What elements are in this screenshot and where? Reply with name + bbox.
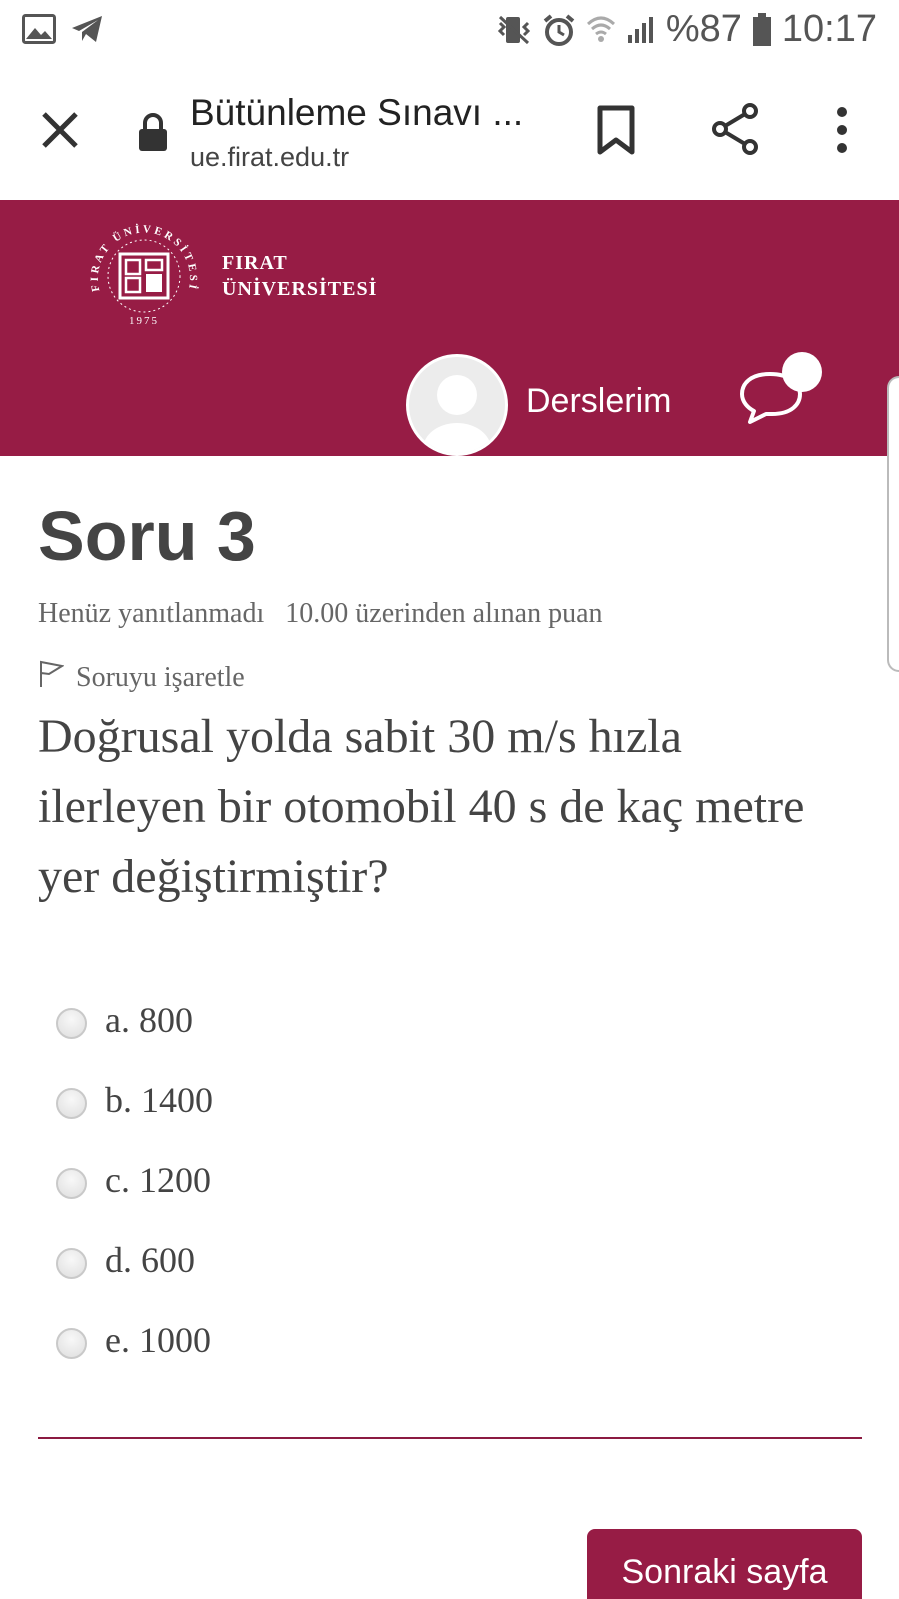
telegram-icon	[70, 14, 104, 44]
flag-label: Soruyu işaretle	[76, 662, 245, 693]
question-info: Henüz yanıtlanmadı 10.00 üzerinden alına…	[38, 598, 603, 630]
signal-icon	[626, 15, 656, 45]
battery-icon	[752, 12, 772, 47]
university-seal-logo[interactable]: FIRAT ÜNİVERSİTESİ 1975	[84, 216, 204, 336]
university-name-logo[interactable]: FIRAT ÜNİVERSİTESİ	[222, 250, 377, 302]
gallery-icon	[22, 14, 56, 44]
chat-icon[interactable]	[740, 348, 826, 428]
answer-radio[interactable]	[56, 1007, 87, 1039]
answer-option[interactable]: c. 1200	[56, 1140, 213, 1220]
answer-label[interactable]: c. 1200	[105, 1159, 211, 1201]
user-avatar[interactable]	[406, 354, 508, 456]
answer-radio[interactable]	[56, 1247, 87, 1279]
battery-percent: %87	[665, 8, 742, 50]
answer-radio[interactable]	[56, 1087, 87, 1119]
bookmark-icon[interactable]	[594, 104, 638, 156]
share-icon[interactable]	[710, 102, 760, 156]
question-status: Henüz yanıtlanmadı	[38, 598, 265, 629]
answer-label[interactable]: e. 1000	[105, 1319, 211, 1361]
answer-option[interactable]: d. 600	[56, 1220, 213, 1300]
section-divider	[38, 1437, 862, 1439]
status-bar: %87 10:17	[0, 0, 899, 64]
logo-line-1: FIRAT	[222, 252, 288, 274]
svg-text:1975: 1975	[129, 315, 159, 327]
answer-option[interactable]: a. 800	[56, 980, 213, 1060]
flag-question-button[interactable]: Soruyu işaretle	[38, 660, 245, 696]
answer-option[interactable]: b. 1400	[56, 1060, 213, 1140]
url-text[interactable]: ue.firat.edu.tr	[190, 142, 349, 173]
next-page-button[interactable]: Sonraki sayfa	[587, 1529, 862, 1599]
alarm-icon	[542, 13, 576, 47]
lock-icon[interactable]	[137, 112, 169, 152]
answer-label[interactable]: b. 1400	[105, 1079, 213, 1121]
flag-icon	[38, 660, 65, 696]
answer-list: a. 800 b. 1400 c. 1200 d. 600 e. 1000	[56, 980, 213, 1380]
answer-label[interactable]: d. 600	[105, 1239, 195, 1281]
question-text: Doğrusal yolda sabit 30 m/s hızla ilerle…	[38, 710, 805, 903]
page-title: Bütünleme Sınavı ...	[190, 92, 524, 133]
question-title: Soru 3	[38, 497, 256, 575]
site-header: FIRAT ÜNİVERSİTESİ 1975 FIRAT ÜNİVERSİTE…	[0, 200, 899, 456]
clock: 10:17	[781, 8, 877, 50]
answer-radio[interactable]	[56, 1327, 87, 1359]
more-vert-icon[interactable]	[830, 104, 854, 156]
wifi-icon	[586, 14, 616, 46]
vibrate-icon	[496, 13, 532, 47]
question-mark: 10.00 üzerinden alınan puan	[285, 598, 603, 629]
answer-label[interactable]: a. 800	[105, 999, 193, 1041]
close-icon[interactable]	[38, 108, 82, 152]
side-drawer-handle[interactable]	[887, 376, 899, 672]
my-courses-link[interactable]: Derslerim	[526, 382, 671, 421]
logo-line-2: ÜNİVERSİTESİ	[222, 278, 378, 300]
answer-option[interactable]: e. 1000	[56, 1300, 213, 1380]
browser-toolbar: Bütünleme Sınavı ... ue.firat.edu.tr	[0, 64, 899, 200]
svg-text:FIRAT ÜNİVERSİTESİ: FIRAT ÜNİVERSİTESİ	[89, 223, 199, 292]
answer-radio[interactable]	[56, 1167, 87, 1199]
